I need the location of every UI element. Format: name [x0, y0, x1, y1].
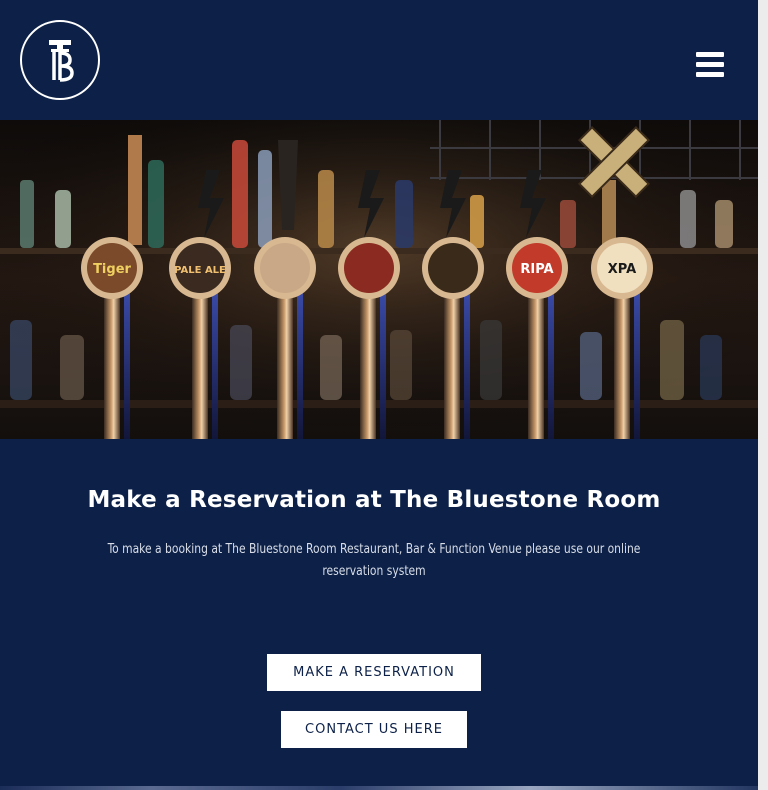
site-header [0, 0, 758, 120]
tap-badge-xpa: XPA [608, 262, 636, 277]
tap-badge-ripa: RIPA [520, 262, 553, 277]
scrollbar[interactable] [758, 0, 768, 790]
hamburger-menu-icon[interactable] [696, 52, 724, 78]
beer-taps-illustration: Tiger PALE ALE RIPA XPA [0, 120, 758, 439]
make-reservation-button[interactable]: MAKE A RESERVATION [267, 654, 481, 691]
reservation-title: Make a Reservation at The Bluestone Room [87, 487, 661, 513]
tap-badge-tiger: Tiger [93, 262, 131, 277]
reservation-section: Make a Reservation at The Bluestone Room… [0, 439, 758, 790]
next-section-image-edge [0, 786, 758, 790]
logo[interactable] [20, 20, 100, 100]
bluestone-logo-icon [49, 40, 74, 82]
contact-us-button[interactable]: CONTACT US HERE [281, 711, 467, 748]
tap-badge-pale-ale: PALE ALE [174, 265, 226, 276]
page: Tiger PALE ALE RIPA XPA Make a Reservati… [0, 0, 758, 790]
hero-image: Tiger PALE ALE RIPA XPA [0, 120, 758, 439]
reservation-description: To make a booking at The Bluestone Room … [107, 542, 641, 579]
